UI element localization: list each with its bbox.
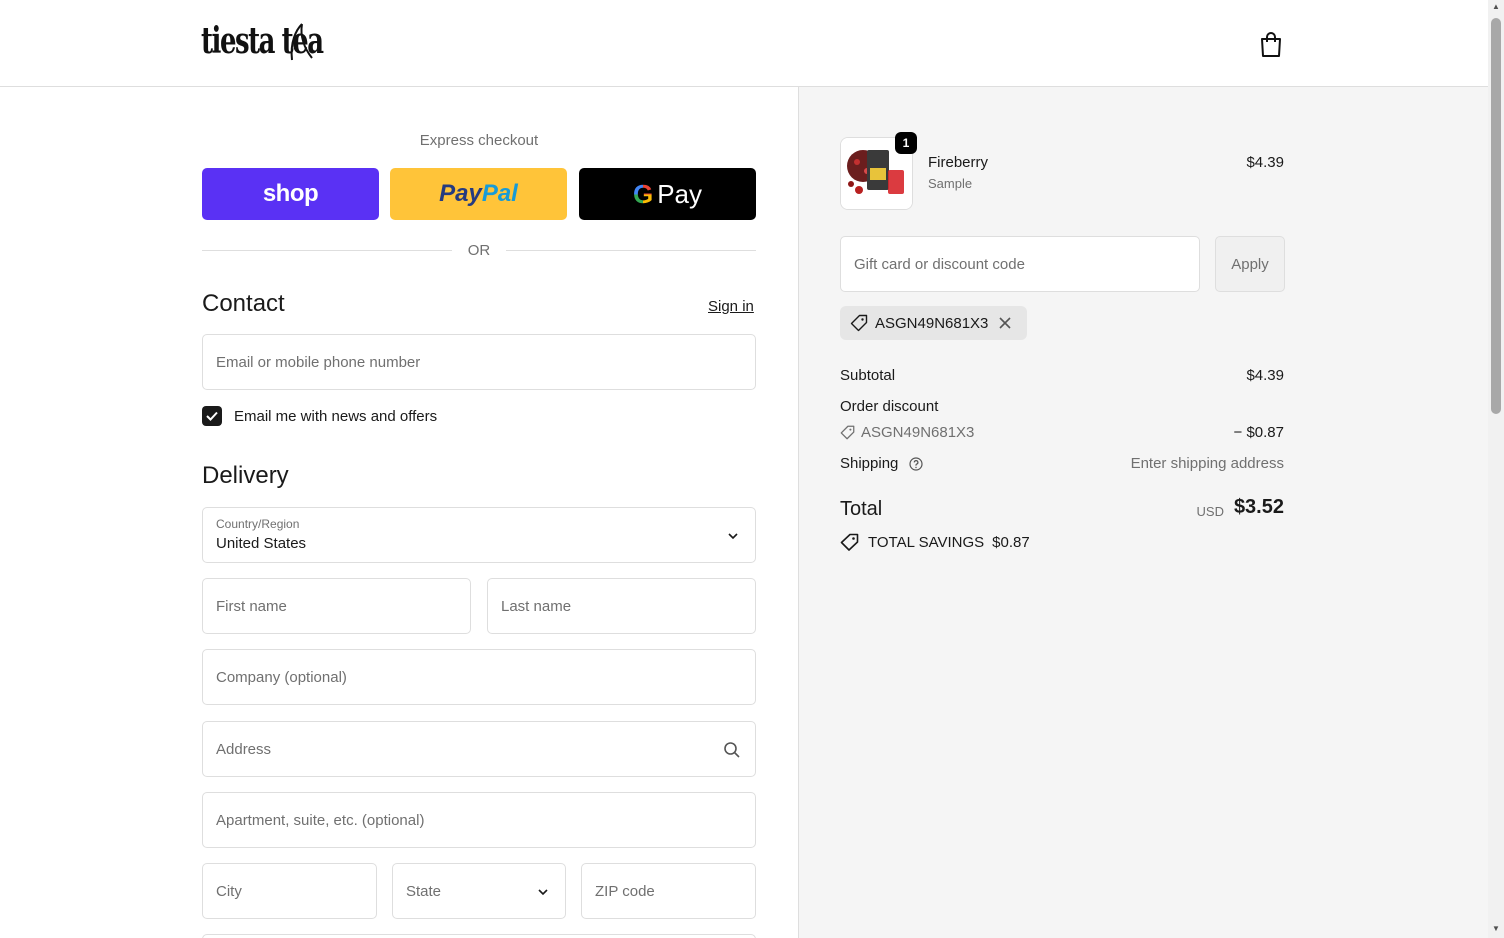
address-field[interactable]: Address: [202, 721, 756, 777]
quantity-badge: 1: [895, 132, 917, 154]
city-placeholder: City: [216, 882, 242, 900]
total-savings-row: TOTAL SAVINGS $0.87: [840, 533, 1030, 551]
applied-code-text: ASGN49N681X3: [875, 314, 989, 332]
last-name-field[interactable]: Last name: [487, 578, 756, 634]
product-variant: Sample: [928, 176, 973, 191]
divider-line: [202, 249, 452, 251]
country-label: Country/Region: [216, 517, 300, 531]
newsletter-checkbox[interactable]: [202, 406, 222, 426]
paypal-button[interactable]: Pay Pal: [390, 168, 567, 220]
zip-placeholder: ZIP code: [595, 882, 655, 900]
subtotal-value: $4.39: [1246, 367, 1284, 384]
savings-label: TOTAL SAVINGS: [868, 533, 985, 551]
newsletter-label: Email me with news and offers: [234, 408, 438, 425]
scroll-up-arrow-icon[interactable]: ▲: [1491, 2, 1501, 11]
or-text: OR: [467, 241, 491, 259]
apartment-field[interactable]: Apartment, suite, etc. (optional): [202, 792, 756, 848]
paypal-label-pal: Pal: [481, 180, 518, 207]
product-price: $4.39: [1246, 154, 1284, 171]
shop-pay-button[interactable]: shop: [202, 168, 379, 220]
shipping-label-row: Shipping: [840, 455, 923, 472]
savings-tag-icon: [840, 533, 859, 551]
company-placeholder: Company (optional): [216, 668, 347, 686]
divider-line: [506, 249, 756, 251]
first-name-field[interactable]: First name: [202, 578, 471, 634]
discount-value: − $0.87: [1233, 424, 1284, 441]
scrollbar-thumb[interactable]: [1491, 18, 1501, 414]
email-field[interactable]: Email or mobile phone number: [202, 334, 756, 390]
header: tiesta tea: [0, 0, 1488, 87]
google-pay-button[interactable]: G Pay: [579, 168, 756, 220]
shopping-bag-icon[interactable]: [1258, 30, 1284, 58]
or-divider: OR: [202, 240, 756, 260]
discount-code-row: ASGN49N681X3: [840, 424, 974, 441]
apartment-placeholder: Apartment, suite, etc. (optional): [216, 811, 425, 829]
shop-pay-label: shop: [262, 180, 319, 207]
discount-placeholder: Gift card or discount code: [854, 255, 1025, 273]
close-icon[interactable]: [998, 316, 1012, 330]
discount-code-text: ASGN49N681X3: [861, 424, 975, 441]
google-pay-label: Pay: [657, 178, 703, 209]
country-value: United States: [216, 535, 307, 552]
express-checkout-title: Express checkout: [419, 132, 539, 149]
contact-title: Contact: [202, 290, 285, 317]
google-g-icon: G: [632, 178, 654, 209]
total-value: $3.52: [1233, 496, 1284, 518]
help-circle-icon[interactable]: [908, 457, 923, 471]
shipping-label: Shipping: [840, 455, 899, 472]
phone-field-partial[interactable]: [202, 934, 756, 938]
order-summary-panel: [798, 87, 1488, 938]
company-field[interactable]: Company (optional): [202, 649, 756, 705]
state-placeholder: State: [406, 882, 442, 900]
address-placeholder: Address: [216, 740, 272, 758]
sign-in-link[interactable]: Sign in: [708, 298, 754, 315]
subtotal-label: Subtotal: [840, 367, 896, 384]
delivery-title: Delivery: [202, 462, 289, 489]
checkmark-icon: [206, 411, 218, 421]
chevron-down-icon: [728, 533, 738, 540]
chevron-down-icon: [538, 889, 548, 896]
shipping-value: Enter shipping address: [1130, 455, 1284, 472]
paypal-label-pay: Pay: [439, 180, 482, 207]
savings-value: $0.87: [992, 533, 1030, 551]
page-scrollbar[interactable]: ▲ ▼: [1488, 0, 1504, 938]
tag-icon: [840, 425, 855, 440]
total-label: Total: [840, 498, 883, 520]
country-select[interactable]: Country/Region United States: [202, 507, 756, 563]
first-name-placeholder: First name: [216, 597, 287, 615]
scroll-down-arrow-icon[interactable]: ▼: [1491, 924, 1501, 933]
discount-code-field[interactable]: Gift card or discount code: [840, 236, 1200, 292]
currency-code: USD: [1196, 504, 1224, 519]
order-discount-label: Order discount: [840, 398, 939, 415]
email-placeholder: Email or mobile phone number: [216, 353, 421, 371]
last-name-placeholder: Last name: [501, 597, 572, 615]
zip-field[interactable]: ZIP code: [581, 863, 756, 919]
tag-icon: [850, 314, 868, 332]
apply-button[interactable]: Apply: [1215, 236, 1285, 292]
search-icon[interactable]: [723, 741, 741, 759]
state-select[interactable]: State: [392, 863, 566, 919]
city-field[interactable]: City: [202, 863, 377, 919]
product-name: Fireberry: [928, 154, 989, 171]
leaf-logo-icon: [290, 23, 313, 61]
applied-discount-chip: ASGN49N681X3: [840, 306, 1027, 340]
